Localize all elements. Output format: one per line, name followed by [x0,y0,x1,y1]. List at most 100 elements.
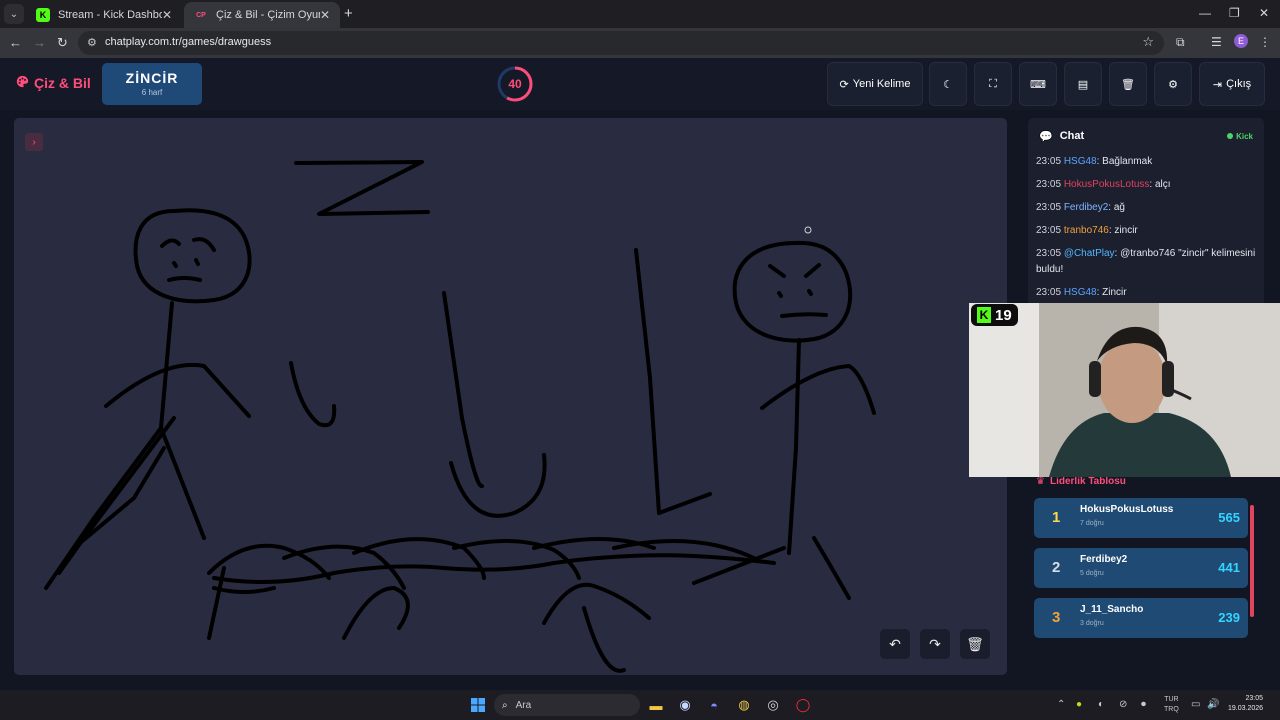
chrome-icon[interactable]: ◍ [736,696,752,714]
trash-icon: 🗑 [966,635,984,652]
keyboard-button[interactable]: ⌨ [1019,62,1057,106]
timer-value: 40 [508,77,522,91]
webcam-overlay: K 19 [969,303,1280,477]
archive-button[interactable]: ▤ [1064,62,1102,106]
player-score: 565 [1218,510,1240,525]
steam-icon[interactable]: ◉ [677,696,693,714]
message-text: : ağ [1108,202,1125,213]
show-hidden-icons-icon[interactable]: ⌃ [1057,699,1065,710]
exit-button[interactable]: ⇥ Çıkış [1199,62,1265,106]
microphone-icon[interactable]: ⏺ [1141,699,1146,710]
kick-favicon-icon: K [36,8,50,22]
bookmark-star-icon[interactable]: ☆ [1142,34,1154,50]
language-top: TUR [1164,696,1179,703]
platform-label: Kick [1236,131,1253,141]
platform-status: Kick [1227,132,1253,141]
player-score: 441 [1218,560,1240,575]
undo-button[interactable]: ↶ [880,629,910,659]
redo-button[interactable]: ↷ [920,629,950,659]
message-user[interactable]: Ferdibey2 [1064,202,1108,213]
system-clock[interactable]: 23:05 19.03.2026 [1228,694,1263,714]
back-icon[interactable]: ← [9,35,22,50]
message-time: 23:05 [1036,287,1062,298]
restore-icon[interactable]: ❐ [1229,6,1240,20]
message-user[interactable]: tranbo746 [1064,225,1109,236]
app-logo[interactable]: Çiz & Bil [16,75,91,91]
new-word-button[interactable]: ⟳ Yeni Kelime [827,62,923,106]
message-time: 23:05 [1036,225,1062,236]
message-user[interactable]: HokusPokusLotuss [1064,179,1150,190]
fullscreen-button[interactable]: ⛶ [974,62,1012,106]
redo-icon: ↷ [929,635,941,652]
correct-count: 7 doğru [1080,520,1104,527]
clear-canvas-button[interactable]: 🗑 [960,629,990,659]
logo-text: Çiz & Bil [34,75,91,91]
forward-icon[interactable]: → [33,35,46,50]
dark-mode-button[interactable]: ☾ [929,62,967,106]
crown-icon: ♛ [1036,476,1045,487]
menu-icon[interactable]: ⋮ [1259,35,1271,49]
profile-avatar[interactable]: E [1234,34,1248,48]
logout-icon: ⇥ [1212,78,1223,91]
obs-icon[interactable]: ◎ [765,696,781,714]
correct-count: 3 doğru [1080,620,1104,627]
round-timer: 40 [496,65,534,103]
taskbar-search[interactable]: ⌕ Ara [494,694,640,716]
tab-title: Stream - Kick Dashboard [58,9,162,21]
tray-app-icon[interactable]: ● [1076,699,1082,710]
drawing-strokes [44,160,876,673]
message-user[interactable]: @ChatPlay [1064,248,1115,259]
url-text: chatplay.com.tr/games/drawguess [105,36,272,48]
viewer-count: 19 [995,306,1012,324]
chat-header: 💬 Chat Kick [1028,118,1264,154]
extensions-icon[interactable]: ⧉ [1176,35,1185,50]
game-toolbar: Çiz & Bil ZİNCİR 6 harf 40 ⟳ Yeni Kelime… [0,58,1280,110]
keyboard-icon: ⌨ [1030,78,1046,91]
network-off-icon[interactable]: ⊘ [1119,699,1127,710]
language-indicator[interactable]: TUR TRQ [1164,695,1179,715]
display-icon[interactable]: ▭ [1191,699,1200,710]
chat-title: Chat [1059,130,1085,142]
message-time: 23:05 [1036,202,1062,213]
close-tab-icon[interactable]: ✕ [320,8,330,22]
close-tab-icon[interactable]: ✕ [162,8,172,22]
volume-icon[interactable]: 🔊 [1207,699,1219,710]
opera-icon[interactable]: ◯ [795,696,811,714]
word-hint: 6 harf [141,88,163,97]
file-explorer-icon[interactable]: ▬ [648,696,664,714]
start-button[interactable] [470,696,486,714]
tab-ciz-bil[interactable]: CP Çiz & Bil - Çizim Oyunu ✕ [184,2,340,28]
message-user[interactable]: HSG48 [1064,156,1097,167]
minimize-icon[interactable]: — [1199,6,1211,20]
leaderboard-header: ♛ Liderlik Tablosu [1036,476,1264,487]
leaderboard-row: 2 Ferdibey2 5 doğru 441 [1034,548,1248,588]
reading-list-icon[interactable]: ☰ [1211,35,1222,49]
tab-search-button[interactable]: ⌄ [4,4,24,24]
url-field[interactable]: ⚙ chatplay.com.tr/games/drawguess ☆ [78,31,1164,55]
new-tab-icon[interactable]: + [344,5,353,22]
clear-button[interactable]: 🗑 [1109,62,1147,106]
discord-icon[interactable]: ◓ [706,696,722,714]
chat-message: 23:05 HokusPokusLotuss: alçı [1028,177,1264,193]
settings-button[interactable]: ⚙ [1154,62,1192,106]
message-time: 23:05 [1036,156,1062,167]
clock-date: 19.03.2026 [1228,705,1264,712]
leaderboard: ♛ Liderlik Tablosu 1 HokusPokusLotuss 7 do… [1028,476,1264,688]
leaderboard-scrollbar[interactable] [1250,505,1254,617]
chat-message: 23:05 Ferdibey2: ağ [1028,200,1264,216]
tray-headset-icon[interactable]: ◐ [1098,699,1104,710]
windows-logo-icon [471,698,485,712]
palette-icon [16,75,29,91]
drawing-canvas[interactable]: › ↶ ↷ 🗑 [14,118,1007,675]
expand-icon: ⛶ [989,77,997,90]
close-window-icon[interactable]: ✕ [1259,6,1269,20]
windows-taskbar: ⌕ Ara ▬ ◉ ◓ ◍ ◎ ◯ ⌃ ● ◐ ⊘ ⏺ TUR TRQ ▭ 🔊 … [0,690,1280,720]
chat-message: 23:05 HSG48: Zincir [1028,285,1264,301]
tab-kick-dashboard[interactable]: K Stream - Kick Dashboard ✕ [26,2,182,28]
clock-time: 23:05 [1245,695,1264,702]
chat-message: 23:05 @ChatPlay: @tranbo746 "zincir" kel… [1028,246,1264,278]
reload-icon[interactable]: ↻ [57,35,68,51]
message-user[interactable]: HSG48 [1064,287,1097,298]
message-time: 23:05 [1036,179,1062,190]
site-info-icon[interactable]: ⚙ [87,36,97,49]
